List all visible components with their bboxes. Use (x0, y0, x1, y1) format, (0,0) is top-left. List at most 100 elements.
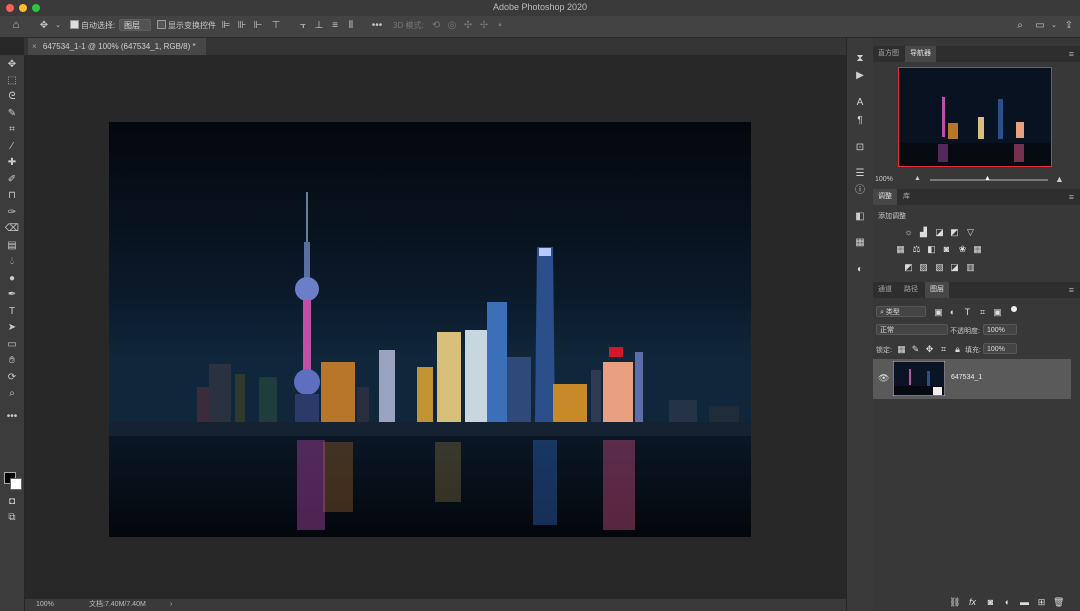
move-tool-preset-icon[interactable]: ✥ (38, 19, 50, 32)
filter-adjustment-icon[interactable]: ◐ (947, 307, 958, 317)
workspace-chevron-icon[interactable]: ⌄ (1048, 19, 1060, 32)
layer-filter-dropdown[interactable]: ⌕ 类型 (876, 306, 926, 317)
filter-toggle-icon[interactable] (1011, 306, 1017, 312)
curves-icon[interactable]: ◪ (934, 227, 945, 237)
tab-histogram[interactable]: 直方图 (873, 46, 904, 62)
align-left-icon[interactable]: ⊫ (220, 19, 232, 32)
filter-type-icon[interactable]: T (962, 307, 973, 317)
gradient-map-icon[interactable]: ▥ (965, 262, 976, 272)
lasso-tool-icon[interactable]: ᘓ (4, 90, 20, 104)
eyedropper-tool-icon[interactable]: ⁄ (4, 140, 20, 154)
status-zoom[interactable]: 100% (36, 599, 54, 611)
navigator-zoom-value[interactable]: 100% (875, 176, 893, 183)
tab-paths[interactable]: 路径 (899, 282, 923, 298)
align-right-icon[interactable]: ⊩ (252, 19, 264, 32)
channel-mixer-icon[interactable]: ❀ (957, 244, 968, 254)
show-transform-checkbox[interactable]: 显示变换控件 (157, 20, 216, 32)
zoom-out-icon[interactable]: ▲ (914, 175, 921, 182)
color-balance-icon[interactable]: ⚖ (911, 244, 922, 254)
levels-icon[interactable]: ▟ (918, 227, 929, 237)
layers-menu-icon[interactable]: ≡ (1069, 285, 1074, 295)
close-tab-icon[interactable]: × (32, 42, 37, 51)
type-tool-icon[interactable]: T (4, 305, 20, 319)
share-icon[interactable]: ⇪ (1063, 19, 1075, 32)
distribute-horizontal-icon[interactable]: ⦀ (345, 19, 357, 32)
home-icon[interactable]: ⌂ (10, 19, 22, 32)
workspace-icon[interactable]: ▭ (1034, 19, 1046, 32)
adjustments-menu-icon[interactable]: ≡ (1069, 192, 1074, 202)
photo-filter-icon[interactable]: ◙ (941, 244, 952, 254)
3d-roll-icon[interactable]: ◎ (446, 19, 458, 32)
rectangle-tool-icon[interactable]: ▭ (4, 338, 20, 352)
tab-libraries[interactable]: 库 (898, 189, 915, 205)
black-white-icon[interactable]: ◧ (926, 244, 937, 254)
tab-adjustments[interactable]: 调整 (873, 189, 897, 205)
posterize-icon[interactable]: ▨ (918, 262, 929, 272)
filter-smart-object-icon[interactable]: ▣ (992, 307, 1003, 317)
search-icon[interactable]: ⌕ (1014, 19, 1026, 32)
hue-saturation-icon[interactable]: ▦ (895, 244, 906, 254)
zoom-slider-handle[interactable]: ▲ (984, 175, 991, 182)
brush-settings-icon[interactable]: ☰ (853, 167, 867, 181)
gradient-tool-icon[interactable]: ▤ (4, 239, 20, 253)
path-selection-tool-icon[interactable]: ➤ (4, 321, 20, 335)
auto-select-checkbox[interactable]: 自动选择: (70, 20, 115, 32)
layer-style-icon[interactable]: fx (967, 597, 978, 607)
add-mask-icon[interactable]: ◙ (985, 597, 996, 607)
exposure-icon[interactable]: ◩ (949, 227, 960, 237)
canvas-image[interactable] (109, 122, 751, 537)
pen-tool-icon[interactable]: ✒ (4, 288, 20, 302)
new-layer-icon[interactable]: ⊞ (1036, 597, 1047, 607)
navigator-menu-icon[interactable]: ≡ (1069, 49, 1074, 59)
blur-tool-icon[interactable]: 💧︎ (4, 255, 20, 269)
layer-name[interactable]: 647534_1 (951, 374, 982, 381)
eraser-tool-icon[interactable]: ⌫ (4, 222, 20, 236)
tab-navigator[interactable]: 导航器 (905, 46, 936, 62)
new-adjustment-layer-icon[interactable]: ◐ (1002, 597, 1013, 607)
lock-transparent-icon[interactable]: ▦ (896, 344, 907, 354)
link-layers-icon[interactable]: ⛓ (949, 597, 960, 607)
align-top-icon[interactable]: ⊤ (270, 19, 282, 32)
opacity-input[interactable]: 100% (983, 324, 1017, 335)
history-brush-tool-icon[interactable]: ✑ (4, 206, 20, 220)
rotate-view-tool-icon[interactable]: ⟳ (4, 371, 20, 385)
actions-play-icon[interactable]: ▶ (853, 69, 867, 83)
chevron-down-icon[interactable]: ⌄ (52, 19, 64, 32)
filter-pixel-icon[interactable]: ▣ (933, 307, 944, 317)
lock-image-icon[interactable]: ✎ (910, 344, 921, 354)
character-panel-icon[interactable]: A (853, 96, 867, 110)
hand-tool-icon[interactable]: ✋︎ (4, 354, 20, 368)
properties-icon[interactable]: ◐ (853, 263, 867, 277)
fill-input[interactable]: 100% (983, 343, 1017, 354)
vibrance-icon[interactable]: ▽ (965, 227, 976, 237)
screen-mode-icon[interactable]: ⧉ (4, 511, 20, 525)
3d-slide-icon[interactable]: ✢ (478, 19, 490, 32)
zoom-tool-icon[interactable]: ⌕ (4, 387, 20, 401)
3d-rotate-icon[interactable]: ⟲ (430, 19, 442, 32)
align-horizontal-center-icon[interactable]: ⊪ (236, 19, 248, 32)
edit-toolbar-icon[interactable]: ••• (4, 410, 20, 424)
document-tab[interactable]: × 647534_1-1 @ 100% (647534_1, RGB/8) * (28, 38, 206, 55)
3d-scale-icon[interactable]: ▪ (494, 19, 506, 32)
align-bottom-icon[interactable]: ⊥ (313, 19, 325, 32)
marquee-tool-icon[interactable]: ⬚ (4, 74, 20, 88)
clone-source-icon[interactable]: ⊡ (853, 141, 867, 155)
auto-select-target-dropdown[interactable]: 图层 (119, 19, 151, 31)
brush-tool-icon[interactable]: ✐ (4, 173, 20, 187)
lock-all-icon[interactable]: 🔒︎ (952, 344, 963, 354)
swatches-icon[interactable]: ◧ (853, 210, 867, 224)
clone-stamp-tool-icon[interactable]: ⊓ (4, 189, 20, 203)
layer-row[interactable]: 👁︎ 647534_1 (873, 359, 1071, 399)
navigator-preview[interactable] (898, 67, 1052, 167)
lock-position-icon[interactable]: ✥ (924, 344, 935, 354)
crop-tool-icon[interactable]: ⌗ (4, 123, 20, 137)
delete-layer-icon[interactable]: 🗑︎ (1053, 597, 1064, 607)
distribute-vertical-icon[interactable]: ≡ (329, 19, 341, 32)
3d-pan-icon[interactable]: ✣ (462, 19, 474, 32)
blend-mode-dropdown[interactable]: 正常 (876, 324, 948, 335)
brightness-contrast-icon[interactable]: ☼ (903, 227, 914, 237)
invert-icon[interactable]: ◩ (903, 262, 914, 272)
healing-brush-tool-icon[interactable]: ✚ (4, 156, 20, 170)
align-vertical-center-icon[interactable]: ⫟ (297, 19, 309, 32)
status-arrow-icon[interactable]: › (170, 599, 172, 611)
